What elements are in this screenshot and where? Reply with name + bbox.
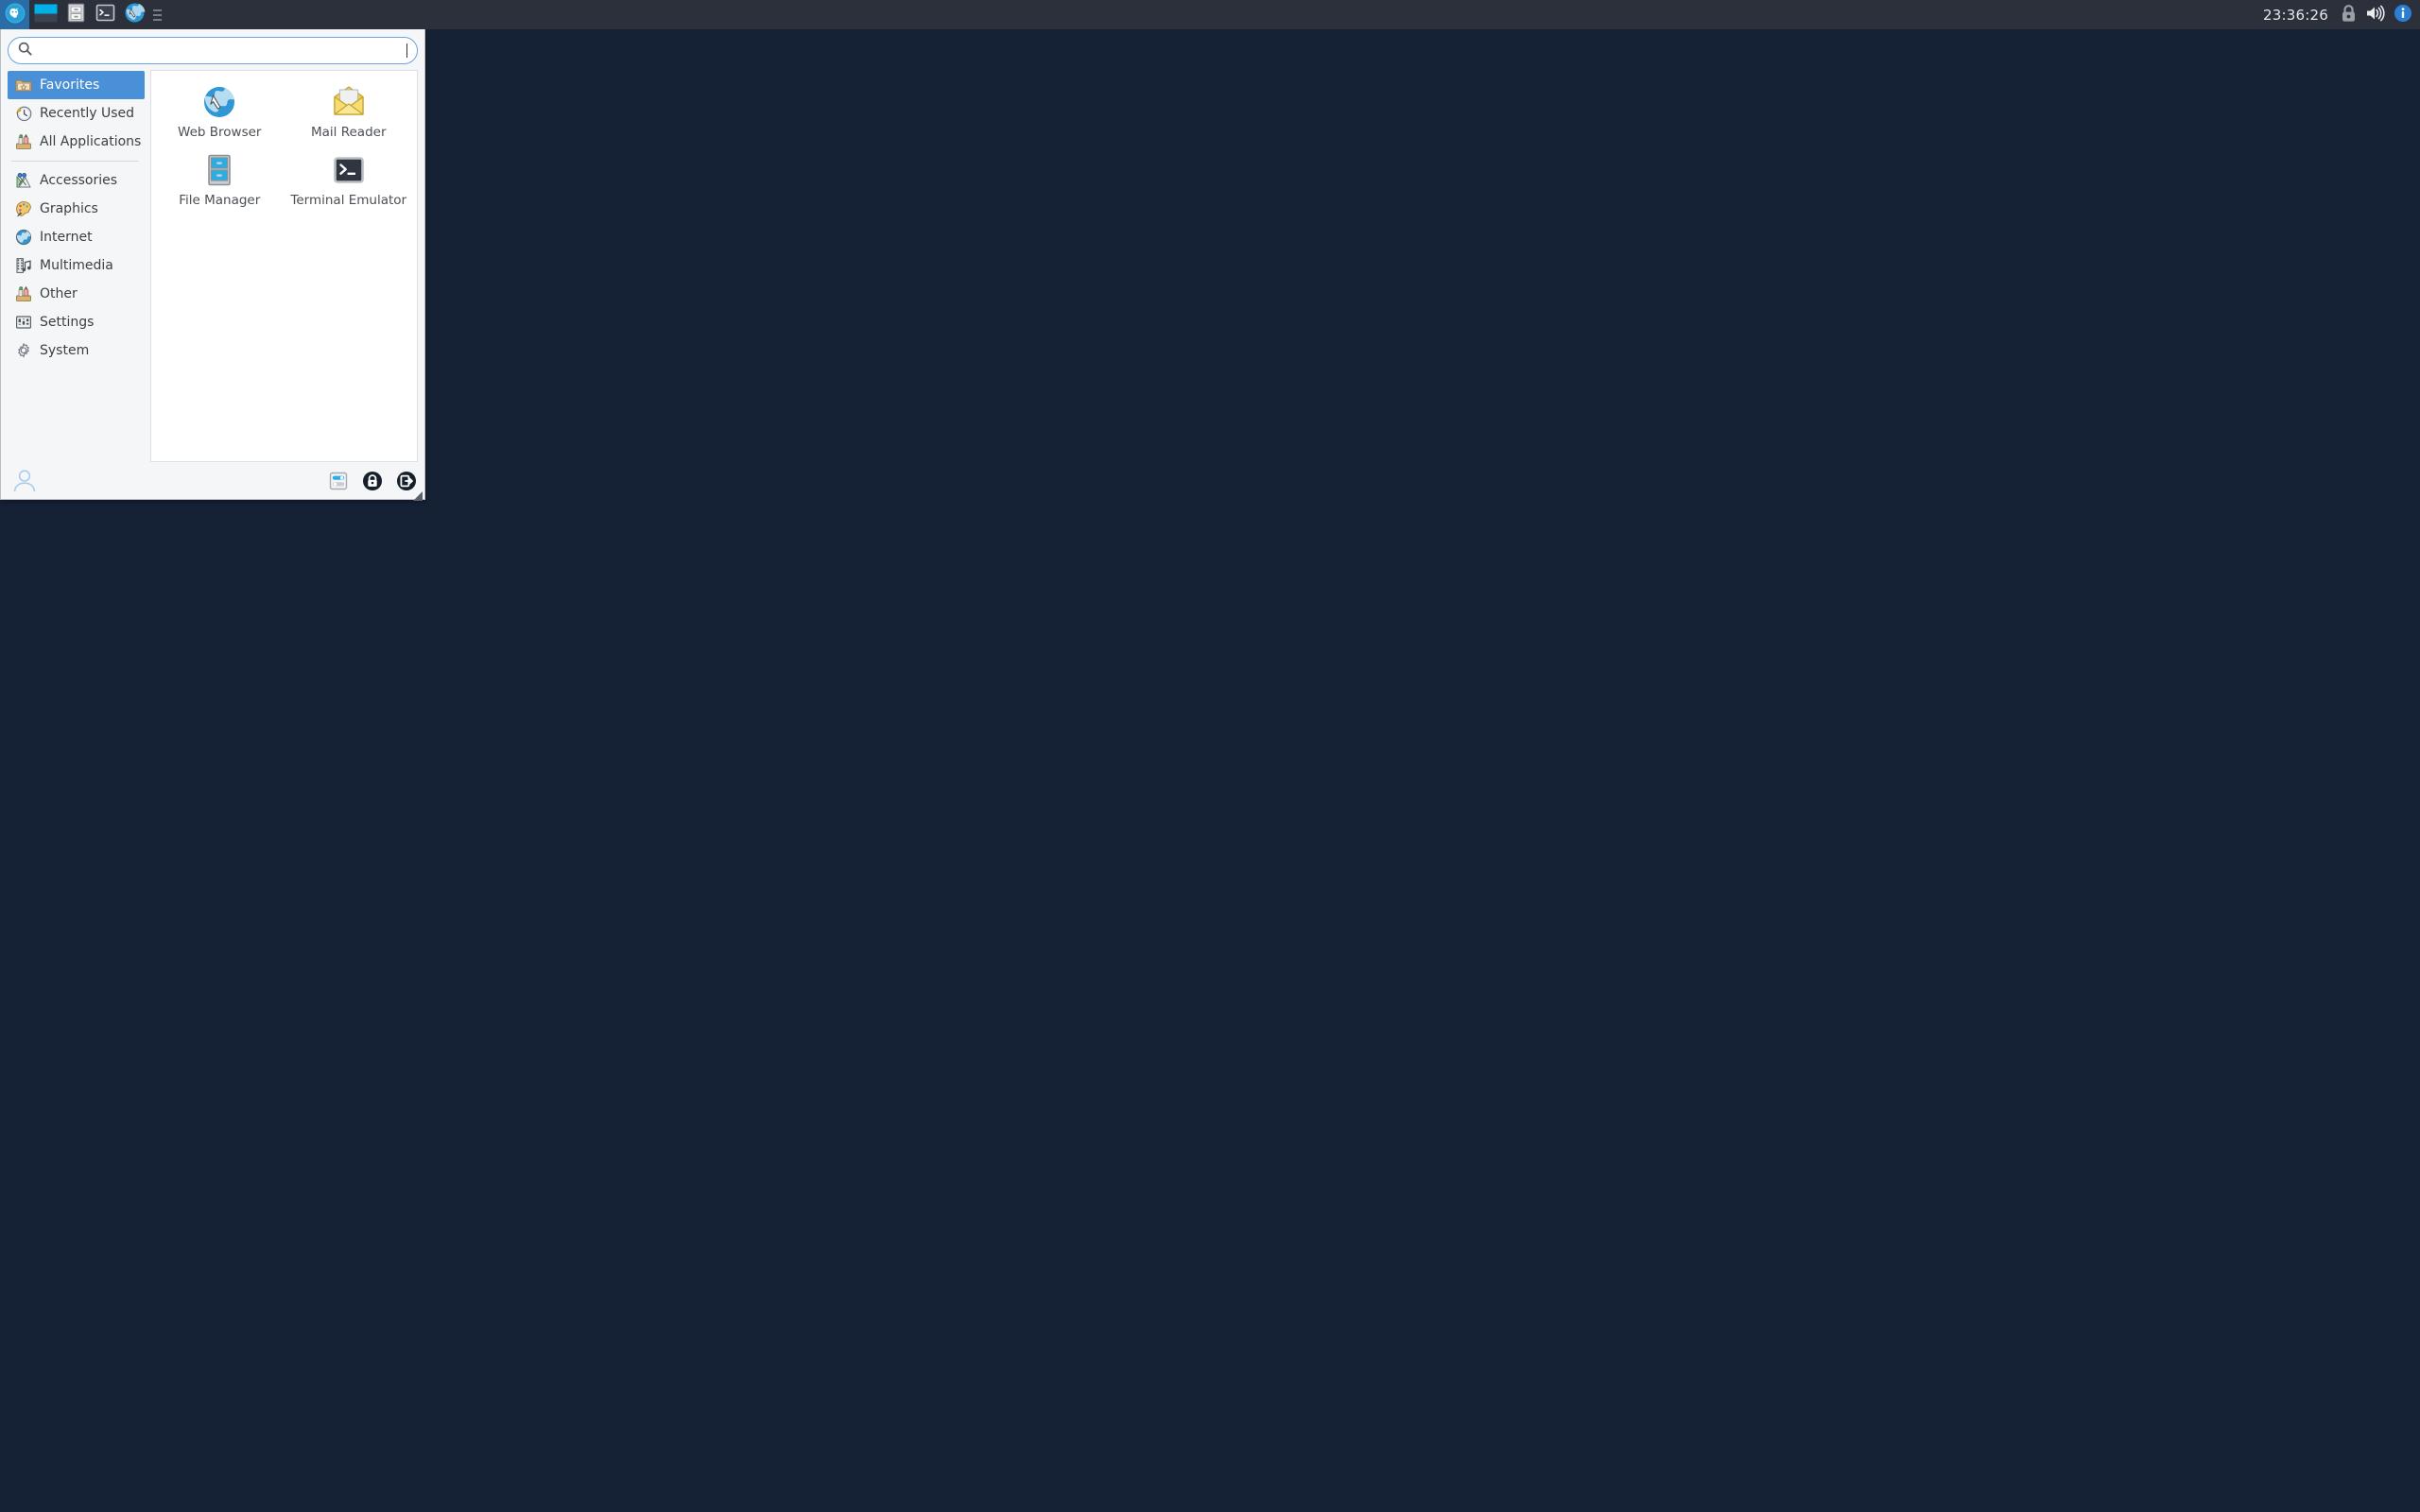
accessories-icon (15, 172, 32, 189)
handle-line (152, 13, 162, 16)
web-browser-launcher[interactable] (120, 0, 149, 29)
panel-launchers (0, 0, 164, 29)
search-row (1, 29, 424, 70)
menu-body: Favorites Recently Used All Applications… (1, 70, 424, 462)
sidebar-item-internet[interactable]: Internet (8, 223, 145, 251)
panel-spacer (164, 0, 2263, 29)
sidebar-item-label: Graphics (40, 201, 98, 216)
workspace-switcher[interactable] (29, 0, 61, 29)
app-item-label: Mail Reader (311, 125, 387, 140)
sidebar-item-label: Internet (40, 230, 93, 245)
sidebar-item-label: Settings (40, 315, 95, 330)
search-input[interactable] (8, 37, 418, 64)
user-avatar-icon[interactable] (10, 467, 39, 495)
terminal-icon (331, 152, 367, 188)
menu-footer (1, 462, 424, 501)
sidebar-item-label: System (40, 343, 90, 358)
sidebar-item-multimedia[interactable]: Multimedia (8, 251, 145, 280)
search-icon (18, 42, 32, 60)
pager-icon (34, 3, 58, 27)
app-item-label: File Manager (179, 193, 261, 208)
web-browser-icon (201, 84, 237, 120)
lock-screen-button[interactable] (358, 467, 387, 495)
app-item-label: Terminal Emulator (290, 193, 407, 208)
gear-icon (15, 342, 32, 359)
applications-icon (15, 133, 32, 150)
clock-history-icon (15, 105, 32, 122)
mail-icon (331, 84, 367, 120)
sliders-icon (15, 314, 32, 331)
whisker-menu: Favorites Recently Used All Applications… (0, 29, 425, 501)
sidebar-item-recently-used[interactable]: Recently Used (8, 99, 145, 128)
sidebar-item-label: All Applications (40, 134, 142, 149)
sidebar-item-label: Favorites (40, 77, 100, 93)
resize-grip[interactable] (411, 487, 423, 501)
app-item-mail-reader[interactable]: Mail Reader (285, 79, 414, 147)
screensaver-lock-icon[interactable] (2341, 4, 2357, 26)
sidebar-item-label: Accessories (40, 173, 118, 188)
app-item-file-manager[interactable]: File Manager (155, 147, 285, 215)
handle-line (152, 18, 162, 21)
palette-icon (15, 200, 32, 217)
padlock-icon (362, 471, 383, 491)
sidebar-item-all-applications[interactable]: All Applications (8, 128, 145, 156)
sidebar-item-favorites[interactable]: Favorites (8, 71, 145, 99)
sidebar-item-settings[interactable]: Settings (8, 308, 145, 336)
text-caret (406, 43, 407, 58)
system-tray: 23:36:26 (2263, 0, 2420, 29)
category-sidebar: Favorites Recently Used All Applications… (8, 70, 145, 462)
applications-icon (15, 285, 32, 302)
web-browser-icon (124, 2, 146, 27)
terminal-launcher[interactable] (91, 0, 120, 29)
film-music-icon (15, 257, 32, 274)
sidebar-item-graphics[interactable]: Graphics (8, 195, 145, 223)
sidebar-item-system[interactable]: System (8, 336, 145, 365)
sidebar-item-label: Recently Used (40, 106, 135, 121)
sidebar-item-accessories[interactable]: Accessories (8, 166, 145, 195)
terminal-icon (95, 3, 115, 26)
file-manager-icon (201, 152, 237, 188)
category-separator (11, 161, 139, 162)
sidebar-item-label: Other (40, 286, 78, 301)
panel-separator-handle[interactable] (149, 0, 164, 29)
handle-line (152, 9, 162, 11)
top-panel: 23:36:26 (0, 0, 2420, 29)
file-manager-icon (66, 3, 86, 26)
volume-icon[interactable] (2365, 4, 2385, 26)
sliders-toggle-icon (328, 471, 349, 491)
sidebar-item-label: Multimedia (40, 258, 113, 273)
file-manager-launcher[interactable] (61, 0, 91, 29)
folder-star-icon (15, 77, 32, 94)
app-item-web-browser[interactable]: Web Browser (155, 79, 285, 147)
xfce-mouse-icon (5, 3, 26, 27)
globe-icon (15, 229, 32, 246)
applications-menu-button[interactable] (0, 0, 29, 29)
sidebar-item-other[interactable]: Other (8, 280, 145, 308)
clock[interactable]: 23:36:26 (2263, 7, 2332, 24)
app-item-label: Web Browser (178, 125, 262, 140)
app-item-terminal-emulator[interactable]: Terminal Emulator (285, 147, 414, 215)
application-grid: Web Browser Mail Reader File Manager Ter… (150, 70, 418, 462)
notification-info-icon[interactable] (2394, 4, 2412, 26)
settings-button[interactable] (324, 467, 353, 495)
